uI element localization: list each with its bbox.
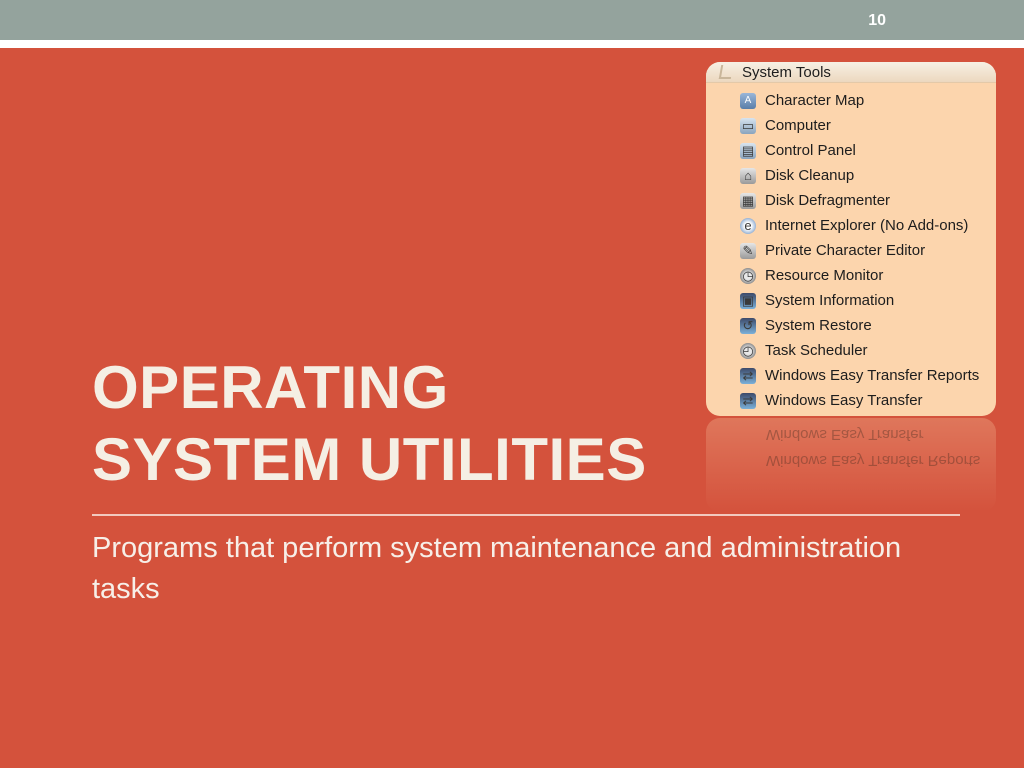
menu-item-system-restore[interactable]: ↺ System Restore	[740, 313, 996, 338]
slide-title: OPERATING SYSTEM UTILITIES	[92, 352, 712, 496]
slide-title-line-2: SYSTEM UTILITIES	[92, 426, 647, 493]
slide-number: 10	[868, 12, 886, 29]
menu-item-control-panel[interactable]: ▤ Control Panel	[740, 138, 996, 163]
slide-title-line-1: OPERATING	[92, 354, 449, 421]
menu-item-label: Disk Defragmenter	[765, 192, 891, 209]
menu-item-label: Internet Explorer (No Add-ons)	[765, 217, 969, 234]
menu-item-disk-defragmenter[interactable]: ▦ Disk Defragmenter	[740, 188, 996, 213]
disk-defragmenter-icon: ▦	[740, 192, 756, 209]
menu-item-label: Task Scheduler	[765, 342, 868, 359]
menu-header-label: System Tools	[742, 63, 831, 81]
menu-item-label: Character Map	[765, 92, 865, 109]
system-tools-menu: System Tools A Character Map ▭ Computer ▤ C…	[706, 62, 996, 416]
menu-item-label: Computer	[765, 117, 831, 134]
menu-item-internet-explorer[interactable]: e Internet Explorer (No Add-ons)	[740, 213, 996, 238]
menu-item-windows-easy-transfer[interactable]: ⇄ Windows Easy Transfer	[740, 388, 996, 413]
menu-item-task-scheduler[interactable]: ◴ Task Scheduler	[740, 338, 996, 363]
menu-item-windows-easy-transfer-reports[interactable]: ⇄ Windows Easy Transfer Reports	[740, 363, 996, 388]
folder-icon	[718, 65, 734, 79]
system-information-icon: ▣	[740, 292, 756, 309]
reflection-text: Windows Easy Transfer Reports	[766, 452, 981, 469]
menu-item-label: Windows Easy Transfer Reports	[765, 367, 980, 384]
windows-easy-transfer-reports-icon: ⇄	[740, 367, 756, 384]
menu-reflection: Windows Easy Transfer Windows Easy Trans…	[706, 418, 996, 512]
menu-item-label: Resource Monitor	[765, 267, 884, 284]
menu-item-label: Control Panel	[765, 142, 856, 159]
menu-item-label: Private Character Editor	[765, 242, 926, 259]
menu-item-private-character-editor[interactable]: ✎ Private Character Editor	[740, 238, 996, 263]
title-divider	[92, 514, 960, 516]
resource-monitor-icon: ◷	[740, 267, 756, 284]
menu-item-label: Windows Easy Transfer	[765, 392, 923, 409]
windows-easy-transfer-icon: ⇄	[740, 392, 756, 409]
menu-header-system-tools[interactable]: System Tools	[706, 62, 996, 83]
menu-item-system-information[interactable]: ▣ System Information	[740, 288, 996, 313]
computer-icon: ▭	[740, 117, 756, 134]
reflection-text: Windows Easy Transfer	[766, 426, 924, 443]
top-bar-divider	[0, 40, 1024, 48]
control-panel-icon: ▤	[740, 142, 756, 159]
menu-item-character-map[interactable]: A Character Map	[740, 88, 996, 113]
slide-subtitle: Programs that perform system maintenance…	[92, 532, 902, 605]
private-character-editor-icon: ✎	[740, 242, 756, 259]
internet-explorer-icon: e	[740, 217, 756, 234]
menu-item-computer[interactable]: ▭ Computer	[740, 113, 996, 138]
menu-item-label: System Information	[765, 292, 895, 309]
menu-item-resource-monitor[interactable]: ◷ Resource Monitor	[740, 263, 996, 288]
menu-item-label: Disk Cleanup	[765, 167, 855, 184]
menu-item-disk-cleanup[interactable]: ⌂ Disk Cleanup	[740, 163, 996, 188]
menu-item-label: System Restore	[765, 317, 872, 334]
task-scheduler-icon: ◴	[740, 342, 756, 359]
system-restore-icon: ↺	[740, 317, 756, 334]
disk-cleanup-icon: ⌂	[740, 167, 756, 184]
character-map-icon: A	[740, 92, 756, 109]
